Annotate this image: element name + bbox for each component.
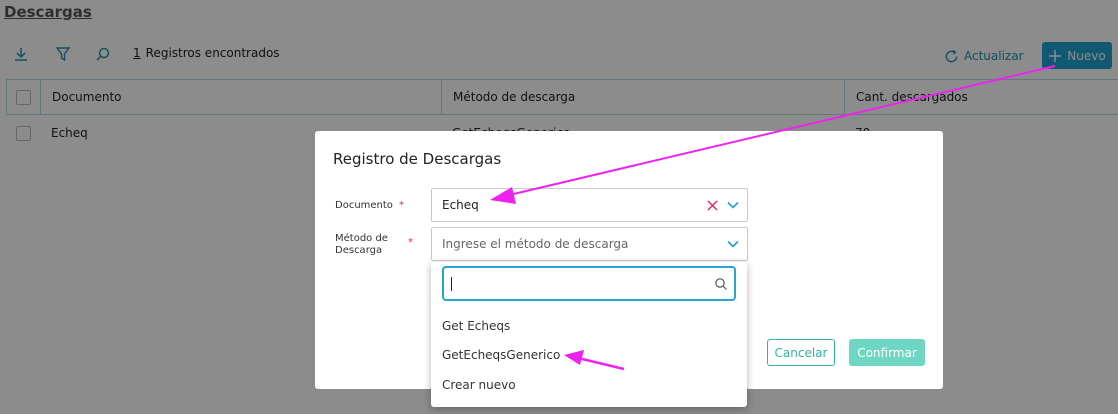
chevron-down-icon[interactable] [727, 201, 739, 209]
documento-value: Echeq [442, 198, 479, 212]
metodo-placeholder: Ingrese el método de descarga [442, 237, 629, 251]
documento-label: Documento [335, 200, 393, 211]
dialog-title: Registro de Descargas [333, 150, 502, 168]
chevron-down-icon[interactable] [727, 240, 739, 248]
confirm-button[interactable]: Confirmar [849, 339, 925, 366]
option-getecheqsgenerico[interactable]: GetEcheqsGenerico [442, 348, 560, 362]
metodo-label: Método de Descarga [335, 233, 388, 257]
metodo-label-line2: Descarga [335, 245, 383, 256]
clear-icon[interactable] [707, 200, 718, 211]
cancel-button[interactable]: Cancelar [767, 339, 835, 366]
metodo-dropdown: Get Echeqs GetEcheqsGenerico Crear nuevo [431, 262, 747, 407]
dropdown-search-input[interactable] [442, 266, 736, 301]
option-get-echeqs[interactable]: Get Echeqs [442, 319, 510, 333]
search-icon [715, 278, 727, 290]
metodo-label-line1: Método de [335, 233, 388, 244]
text-cursor [451, 277, 452, 291]
documento-required-mark: * [399, 200, 404, 211]
metodo-required-mark: * [408, 237, 413, 248]
metodo-select[interactable]: Ingrese el método de descarga [431, 227, 748, 261]
documento-select[interactable]: Echeq [431, 188, 748, 222]
option-crear-nuevo[interactable]: Crear nuevo [442, 378, 516, 392]
